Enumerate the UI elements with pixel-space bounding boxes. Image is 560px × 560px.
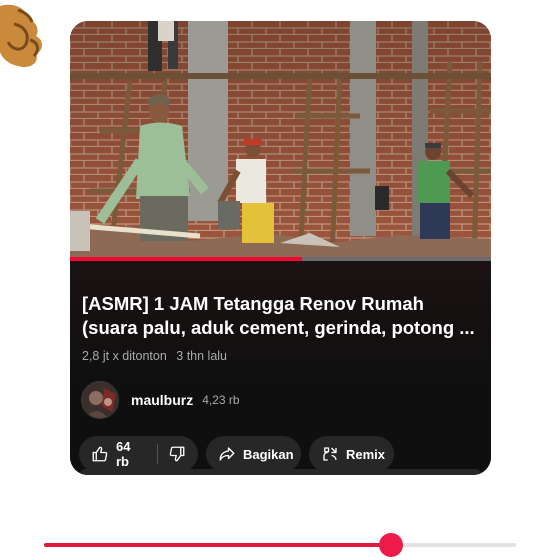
like-divider — [157, 444, 158, 464]
video-meta: 2,8 jt x ditonton 3 thn lalu — [82, 349, 227, 363]
seek-played — [44, 543, 391, 547]
share-label: Bagikan — [243, 446, 294, 462]
video-thumbnail[interactable] — [70, 21, 491, 258]
remix-icon — [323, 447, 337, 461]
like-count[interactable]: 64 rb — [116, 439, 145, 469]
channel-avatar[interactable] — [81, 381, 119, 419]
view-count: 2,8 jt x ditonton — [82, 349, 167, 363]
video-info: [ASMR] 1 JAM Tetangga Renov Rumah (suara… — [70, 261, 491, 475]
seek-handle[interactable] — [378, 533, 403, 557]
seek-bar[interactable] — [44, 533, 516, 557]
next-card-peek[interactable] — [80, 469, 481, 475]
action-bar: 64 rb Bagikan Remix — [79, 436, 394, 472]
like-dislike-group: 64 rb — [79, 436, 198, 472]
channel-name[interactable]: maulburz — [131, 392, 193, 408]
avatar-icon — [82, 382, 118, 418]
remix-button[interactable]: Remix — [309, 436, 394, 472]
upload-age: 3 thn lalu — [176, 349, 227, 363]
thumbs-up-icon[interactable] — [91, 445, 109, 463]
video-card[interactable]: [ASMR] 1 JAM Tetangga Renov Rumah (suara… — [70, 21, 491, 475]
emoji-hand-icon — [0, 4, 42, 68]
share-icon — [219, 447, 235, 461]
remix-label: Remix — [346, 446, 386, 462]
thumbs-down-icon[interactable] — [168, 445, 186, 463]
share-button[interactable]: Bagikan — [206, 436, 301, 472]
video-title[interactable]: [ASMR] 1 JAM Tetangga Renov Rumah (suara… — [82, 292, 482, 340]
subscriber-count: 4,23 rb — [202, 393, 240, 407]
channel-row[interactable]: maulburz 4,23 rb — [81, 381, 240, 419]
